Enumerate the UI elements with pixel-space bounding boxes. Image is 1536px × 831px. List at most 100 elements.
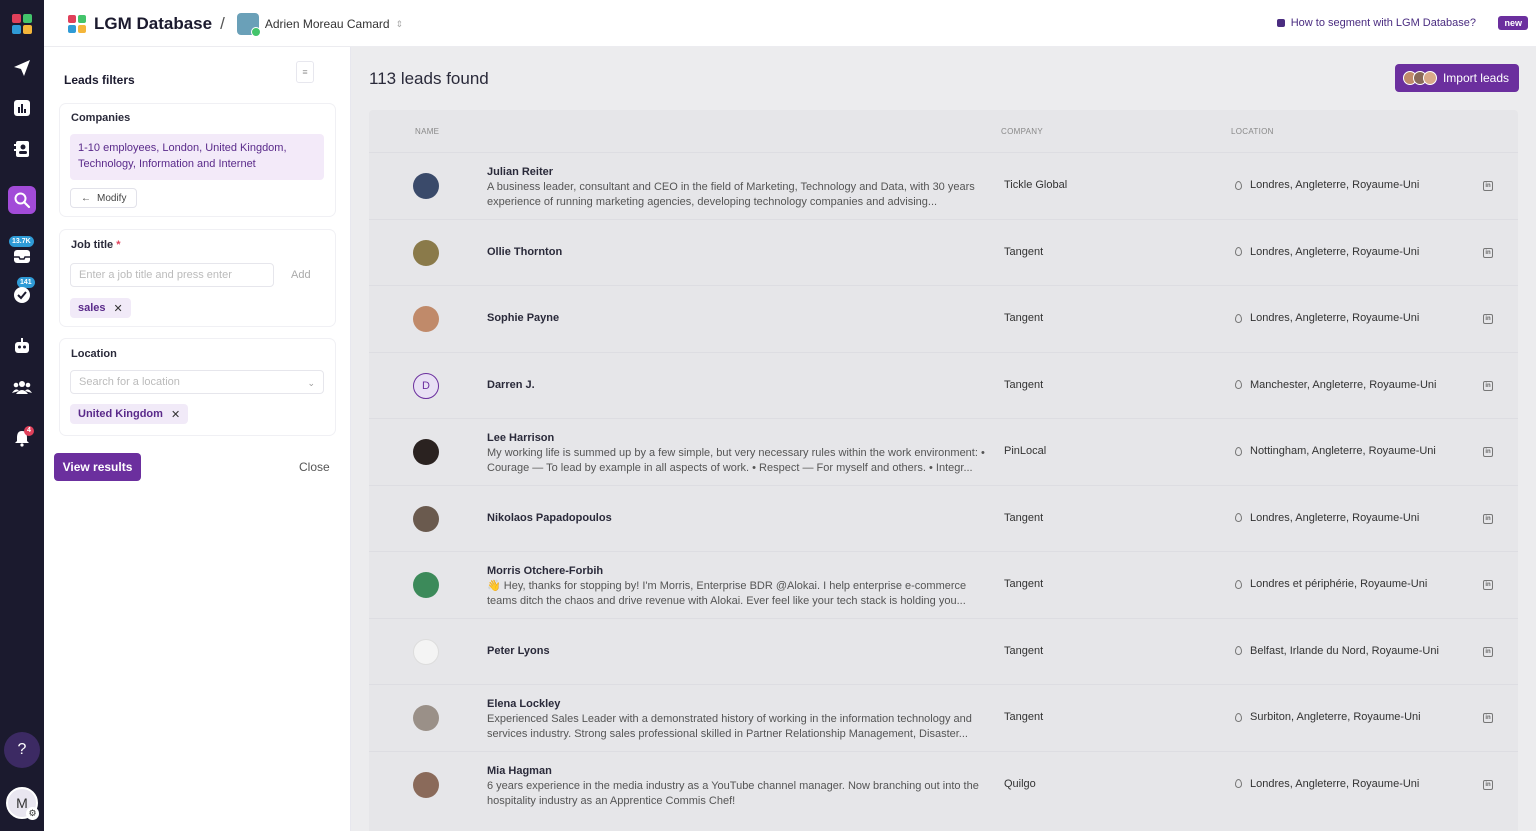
bot-icon[interactable] <box>8 332 36 360</box>
modify-companies-button[interactable]: ← Modify <box>70 188 138 208</box>
remove-chip-icon[interactable]: ✕ <box>171 408 180 421</box>
lead-location-text: Manchester, Angleterre, Royaume-Uni <box>1250 378 1437 391</box>
lead-location: Londres, Angleterre, Royaume-Uni <box>1235 246 1419 258</box>
lead-avatar <box>413 638 439 665</box>
close-button[interactable]: Close <box>299 460 330 474</box>
lead-name[interactable]: Peter Lyons <box>487 645 550 657</box>
inbox-icon[interactable] <box>8 242 36 270</box>
linkedin-icon[interactable]: in <box>1483 713 1493 723</box>
linkedin-icon[interactable]: in <box>1483 646 1493 657</box>
table-row[interactable]: Mia Hagman 6 years experience in the medi… <box>369 750 1518 817</box>
linkedin-icon[interactable]: in <box>1483 513 1493 524</box>
identity-switcher[interactable]: Adrien Moreau Camard ⇕ <box>236 13 403 37</box>
team-icon[interactable] <box>8 373 36 401</box>
view-results-button[interactable]: View results <box>54 453 141 481</box>
add-job-title-button[interactable]: Add <box>291 269 311 281</box>
lead-name[interactable]: Darren J. <box>487 379 535 391</box>
lead-company: Tangent <box>1004 644 1044 657</box>
table-row[interactable]: D Darren J. Tangent Manchester, Angleterre,… <box>369 351 1518 418</box>
collapse-panel-icon[interactable]: ≡ <box>296 61 314 83</box>
lead-description: Experienced Sales Leader with a demonstr… <box>487 713 972 740</box>
lead-name[interactable]: Mia Hagman <box>487 765 552 777</box>
lead-company: Tangent <box>1004 245 1044 258</box>
location-filter-card: Location Search for a location ⌄ United … <box>60 339 335 435</box>
user-avatar <box>236 13 261 37</box>
help-link-text: How to segment with LGM Database? <box>1290 17 1476 29</box>
lead-location: Belfast, Irlande du Nord, Royaume-Uni <box>1235 645 1439 657</box>
linkedin-icon[interactable]: in <box>1483 181 1493 191</box>
analytics-icon[interactable] <box>8 94 36 122</box>
lead-location: Londres, Angleterre, Royaume-Uni <box>1235 778 1419 790</box>
app-rail: 13.7K 141 4 ? M ⚙ <box>0 0 44 831</box>
table-row[interactable]: Morris Otchere-Forbih 👋 Hey, thanks for s… <box>369 551 1518 617</box>
job-title-chip: sales ✕ <box>70 298 131 318</box>
lead-name[interactable]: Sophie Payne <box>487 312 559 324</box>
lead-avatar <box>413 173 439 199</box>
lead-name[interactable]: Lee Harrison <box>487 432 554 444</box>
location-placeholder: Search for a location <box>79 376 180 388</box>
lead-name[interactable]: Julian Reiter <box>487 166 553 178</box>
leads-main: 113 leads found Import leads NAME COMPAN… <box>351 47 1536 831</box>
table-row[interactable]: Ollie Thornton Tangent Londres, Angleterre… <box>369 218 1518 285</box>
linkedin-icon[interactable]: in <box>1483 314 1493 324</box>
lead-location-text: Surbiton, Angleterre, Royaume-Uni <box>1250 711 1421 723</box>
table-row[interactable]: Lee Harrison My working life is summed up… <box>369 418 1518 484</box>
location-pin-icon <box>1235 579 1242 589</box>
lead-avatar <box>413 572 439 598</box>
companies-label: Companies <box>71 112 131 124</box>
lgm-logo-icon <box>68 15 86 33</box>
lead-name[interactable]: Ollie Thornton <box>487 246 562 258</box>
help-button[interactable]: ? <box>4 732 40 768</box>
job-title-filter-card: Job title * Enter a job title and press … <box>60 230 335 326</box>
modify-label: Modify <box>97 192 127 204</box>
help-video-link[interactable]: How to segment with LGM Database? <box>1276 17 1476 29</box>
top-bar: LGM Database / Adrien Moreau Camard ⇕ Ho… <box>44 0 1536 47</box>
breadcrumb: LGM Database / Adrien Moreau Camard ⇕ <box>68 13 403 37</box>
lead-name[interactable]: Morris Otchere-Forbih <box>487 565 603 577</box>
table-row[interactable]: Elena Lockley Experienced Sales Leader wi… <box>369 684 1518 750</box>
import-label: Import leads <box>1442 71 1509 85</box>
lead-description: My working life is summed up by a few si… <box>487 447 985 474</box>
my-account-avatar[interactable]: M ⚙ <box>6 787 39 820</box>
lead-name[interactable]: Nikolaos Papadopoulos <box>487 512 612 524</box>
lead-location-text: Londres, Angleterre, Royaume-Uni <box>1250 179 1420 191</box>
lead-avatar <box>413 505 439 532</box>
lead-company: Tickle Global <box>1004 179 1068 191</box>
location-pin-icon <box>1235 180 1242 190</box>
lead-location-text: Belfast, Irlande du Nord, Royaume-Uni <box>1250 644 1439 657</box>
app-logo-icon[interactable] <box>8 10 36 38</box>
lead-company: Tangent <box>1004 578 1044 590</box>
breadcrumb-separator: / <box>220 14 225 33</box>
user-name: Adrien Moreau Camard <box>264 17 390 31</box>
lead-location: Surbiton, Angleterre, Royaume-Uni <box>1235 711 1421 723</box>
contacts-book-icon[interactable] <box>8 135 36 163</box>
chevron-down-icon: ⌄ <box>307 378 315 388</box>
settings-gear-icon[interactable]: ⚙ <box>26 807 39 820</box>
location-pin-icon <box>1235 313 1242 323</box>
table-row[interactable]: Julian Reiter A business leader, consulta… <box>369 152 1518 218</box>
campaigns-send-icon[interactable] <box>8 54 36 82</box>
linkedin-icon[interactable]: in <box>1483 447 1493 457</box>
search-leads-icon[interactable] <box>8 186 36 214</box>
lead-company: Tangent <box>1004 711 1044 723</box>
location-label: Location <box>71 348 117 360</box>
lead-name[interactable]: Elena Lockley <box>487 698 560 710</box>
location-pin-icon <box>1235 446 1242 456</box>
table-row[interactable]: Sophie Payne Tangent Londres, Angleterre, … <box>369 285 1518 351</box>
linkedin-icon[interactable]: in <box>1483 580 1493 590</box>
tasks-check-icon[interactable] <box>8 281 36 309</box>
table-row[interactable]: Nikolaos Papadopoulos Tangent Londres, Ang… <box>369 484 1518 551</box>
column-header-company: COMPANY <box>1001 127 1043 136</box>
location-pin-icon <box>1235 779 1242 788</box>
lead-avatar <box>413 771 439 798</box>
table-row[interactable]: Peter Lyons Tangent Belfast, Irlande du No… <box>369 617 1518 684</box>
linkedin-icon[interactable]: in <box>1483 247 1493 258</box>
location-search-input[interactable]: Search for a location ⌄ <box>70 370 324 394</box>
remove-chip-icon[interactable]: ✕ <box>114 302 123 315</box>
job-title-input[interactable]: Enter a job title and press enter <box>70 263 274 287</box>
lead-location-text: Londres et périphérie, Royaume-Uni <box>1250 578 1428 590</box>
location-chip-text: United Kingdom <box>78 408 163 420</box>
import-leads-button[interactable]: Import leads <box>1394 64 1519 92</box>
linkedin-icon[interactable]: in <box>1483 380 1493 391</box>
linkedin-icon[interactable]: in <box>1483 779 1493 790</box>
